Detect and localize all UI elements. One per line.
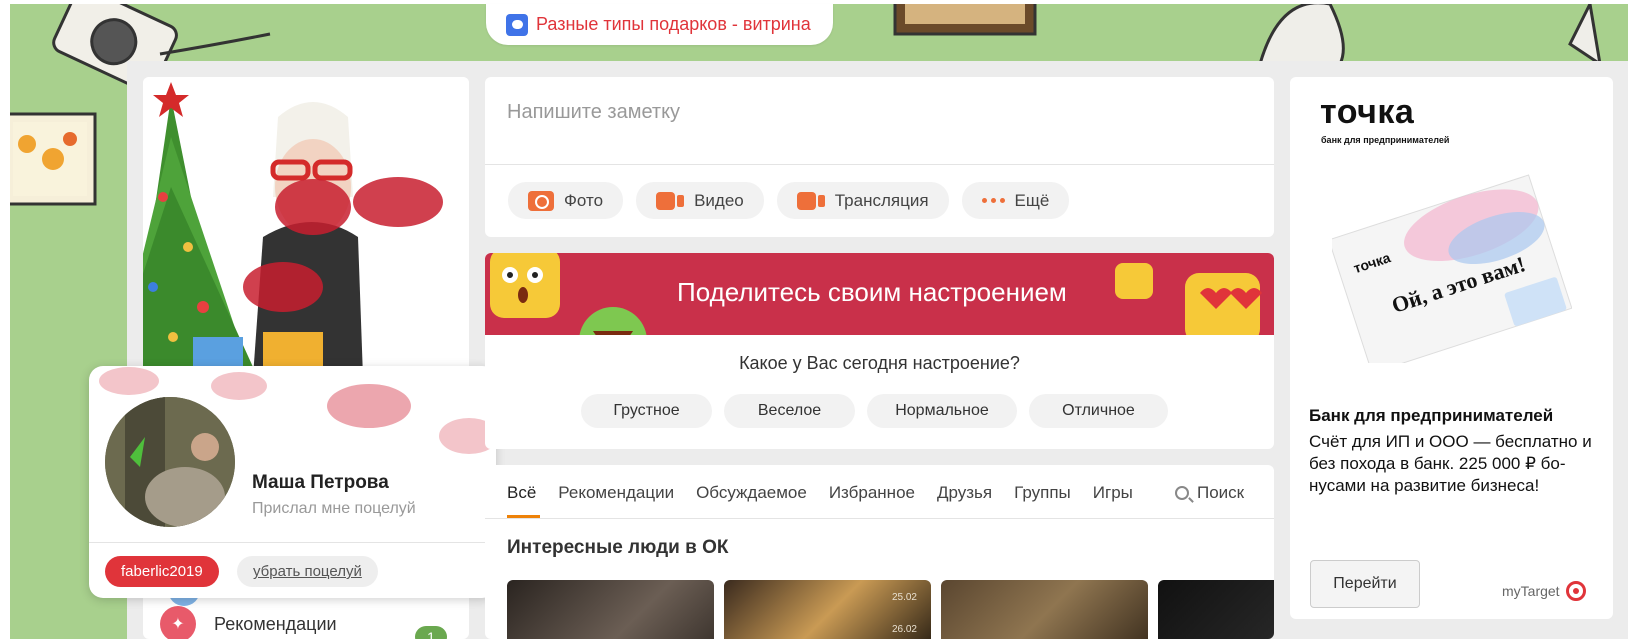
- more-dots-icon: [981, 198, 1005, 203]
- person-card[interactable]: 25.02 26.02: [724, 580, 931, 639]
- sidebar-item-recommendations[interactable]: ✦ Рекомендации: [160, 606, 337, 639]
- search-icon: [1175, 486, 1189, 500]
- tab-recommendations[interactable]: Рекомендации: [558, 483, 674, 503]
- tab-all[interactable]: Всё: [507, 483, 536, 503]
- ad-title[interactable]: Банк для предпринимателей: [1309, 406, 1553, 426]
- target-icon: [1565, 581, 1586, 601]
- gift-showcase-link[interactable]: Разные типы подарков - витрина: [486, 4, 833, 45]
- mood-question: Какое у Вас сегодня настроение?: [739, 353, 1020, 373]
- divider: [485, 164, 1274, 165]
- ad-go-button[interactable]: Перейти: [1310, 560, 1420, 608]
- note-input[interactable]: Напишите заметку: [507, 101, 680, 124]
- event-date: 26.02: [891, 624, 917, 635]
- event-date: 25.02: [891, 592, 917, 603]
- video-icon: [656, 191, 685, 210]
- tab-discussed[interactable]: Обсуждаемое: [696, 483, 807, 503]
- feed-search-label: Поиск: [1197, 483, 1245, 502]
- gift-showcase-label: Разные типы подарков - витрина: [536, 14, 811, 34]
- camera-icon: [528, 190, 554, 211]
- ad-product-image[interactable]: точка Ой, а это вам!: [1332, 163, 1572, 363]
- sender-name[interactable]: Маша Петрова: [252, 472, 389, 494]
- video-button-label: Видео: [694, 190, 744, 210]
- ad-text: Счёт для ИП и ООО — бесплатно и без похо…: [1309, 432, 1592, 495]
- recommendations-badge: 1: [415, 626, 447, 639]
- feed: Всё Рекомендации Обсуждаемое Избранное Д…: [485, 465, 1274, 639]
- tab-games[interactable]: Игры: [1093, 483, 1133, 503]
- mood-sad-button[interactable]: Грустное: [581, 394, 712, 428]
- profile-cover-image[interactable]: [143, 77, 469, 377]
- ad-network-label: myTarget: [1502, 583, 1560, 599]
- sidebar-item-label: Рекомендации: [214, 613, 337, 634]
- divider: [89, 542, 496, 543]
- divider: [485, 518, 1274, 519]
- mood-widget: Поделитесь своим настроением Какое у Вас…: [485, 253, 1274, 449]
- compass-icon: ✦: [160, 606, 196, 639]
- mood-great-button[interactable]: Отличное: [1029, 394, 1168, 428]
- person-card[interactable]: [1158, 580, 1274, 639]
- ad-logo-subtitle: банк для предпринимателей: [1321, 135, 1450, 145]
- photo-button-label: Фото: [564, 190, 604, 210]
- ad-network[interactable]: myTarget: [1502, 581, 1586, 601]
- person-card[interactable]: [941, 580, 1148, 639]
- remove-kiss-button[interactable]: убрать поцелуй: [237, 556, 378, 587]
- ad-banner: точка банк для предпринимателей точка Ой…: [1290, 77, 1613, 619]
- mood-happy-button[interactable]: Веселое: [724, 394, 855, 428]
- gift-tag-button[interactable]: faberlic2019: [105, 556, 219, 587]
- post-composer: Напишите заметку Фото Видео Трансляция Е…: [485, 77, 1274, 237]
- person-card[interactable]: [507, 580, 714, 639]
- photo-button[interactable]: Фото: [508, 182, 624, 219]
- tab-groups[interactable]: Группы: [1014, 483, 1071, 503]
- more-button-label: Ещё: [1014, 190, 1050, 210]
- tab-friends[interactable]: Друзья: [937, 483, 992, 503]
- mood-normal-button[interactable]: Нормальное: [867, 394, 1017, 428]
- stream-button-label: Трансляция: [834, 190, 929, 210]
- ad-logo[interactable]: точка: [1320, 93, 1414, 132]
- more-button[interactable]: Ещё: [961, 182, 1070, 219]
- stream-button[interactable]: Трансляция: [776, 182, 949, 219]
- kiss-notification-card: Маша Петрова Прислал мне поцелуй faberli…: [89, 366, 496, 598]
- feed-search-button[interactable]: Поиск: [1175, 483, 1244, 503]
- mood-banner-title: Поделитесь своим настроением: [677, 277, 1067, 307]
- section-title: Интересные люди в ОК: [507, 537, 729, 558]
- video-button[interactable]: Видео: [636, 182, 764, 219]
- chat-bubble-icon: [506, 13, 528, 36]
- avatar[interactable]: [105, 397, 235, 527]
- stream-icon: [796, 191, 825, 210]
- tab-favorites[interactable]: Избранное: [829, 483, 915, 503]
- notification-subtitle: Прислал мне поцелуй: [252, 500, 416, 517]
- mood-banner: Поделитесь своим настроением: [485, 253, 1274, 335]
- left-strip: [0, 0, 10, 639]
